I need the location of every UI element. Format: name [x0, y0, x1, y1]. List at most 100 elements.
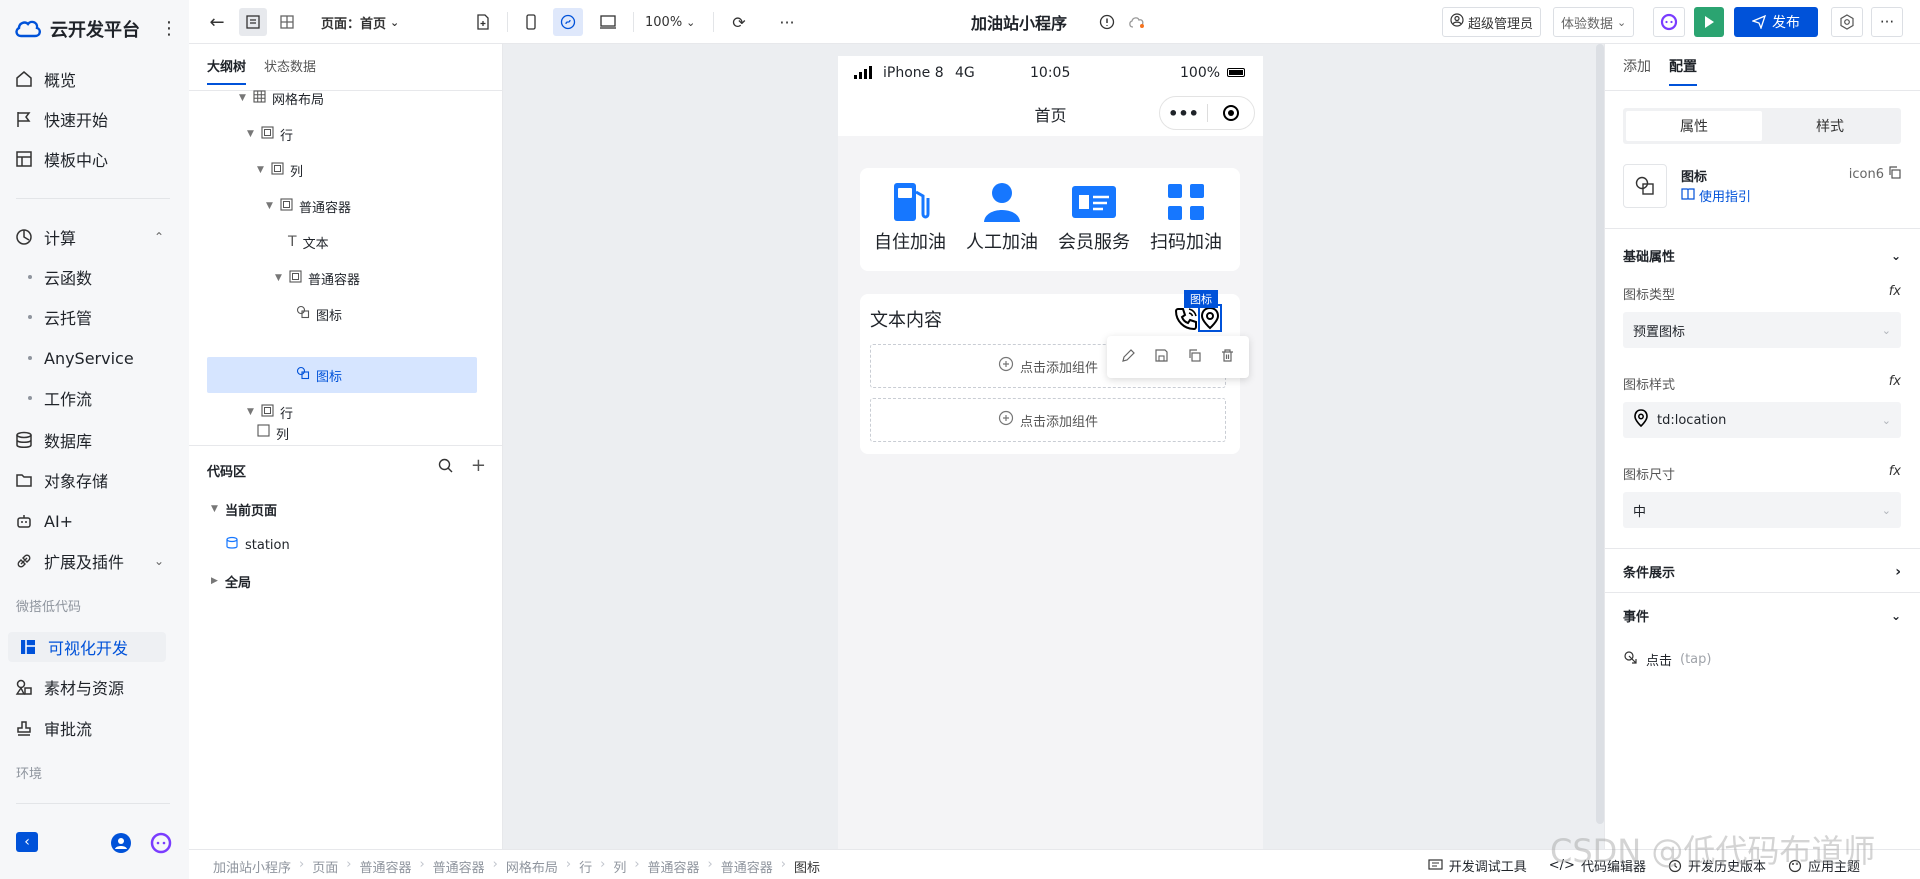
grid-item-scan-fuel[interactable]: 扫码加油 — [1142, 180, 1230, 254]
tree-node-grid-layout[interactable]: ▼ 网格布局 — [239, 84, 324, 112]
tab-add[interactable]: 添加 — [1623, 56, 1651, 86]
desktop-device-icon[interactable] — [594, 8, 622, 36]
mobile-device-icon[interactable] — [517, 8, 545, 36]
breadcrumb-item[interactable]: 行 — [579, 857, 592, 876]
segment-style[interactable]: 样式 — [1762, 111, 1898, 141]
nav-extensions[interactable]: 扩展及插件 ⌄ — [14, 546, 164, 576]
search-icon[interactable] — [438, 458, 453, 477]
code-item-station[interactable]: station — [225, 531, 290, 559]
breadcrumb-item[interactable]: 网格布局 — [506, 857, 558, 876]
section-basic-props[interactable]: 基础属性 ⌄ — [1623, 246, 1901, 266]
delete-icon[interactable] — [1220, 348, 1235, 367]
breadcrumb-item[interactable]: 列 — [613, 857, 626, 876]
nav-sub-anyservice[interactable]: AnyService — [28, 343, 134, 373]
canvas-scrollbar[interactable] — [1596, 44, 1604, 824]
tree-node-column[interactable]: ▼ 列 — [257, 156, 303, 184]
new-page-icon[interactable] — [469, 8, 497, 36]
miniprogram-capsule[interactable]: ••• — [1159, 96, 1255, 130]
usage-guide-link[interactable]: 使用指引 — [1681, 186, 1751, 205]
nav-overview[interactable]: 概览 — [14, 64, 76, 94]
ai-assistant-icon[interactable] — [150, 832, 172, 854]
copy-icon[interactable] — [1888, 166, 1901, 183]
more-menu-icon[interactable]: ··· — [1871, 7, 1903, 37]
back-arrow-icon[interactable]: ← — [203, 8, 231, 36]
segment-properties[interactable]: 属性 — [1626, 111, 1762, 141]
code-editor-button[interactable]: </> 代码编辑器 — [1549, 856, 1646, 875]
breadcrumb-item[interactable]: 加油站小程序 — [213, 857, 291, 876]
breadcrumb-item[interactable]: 页面 — [312, 857, 338, 876]
ai-bot-button[interactable] — [1653, 7, 1685, 37]
icon-style-select[interactable]: td:location ⌄ — [1623, 402, 1901, 438]
history-button[interactable]: 开发历史版本 — [1668, 856, 1766, 875]
nav-quickstart[interactable]: 快速开始 — [14, 104, 108, 134]
collapse-sidebar-icon[interactable]: ‹ — [16, 832, 38, 852]
grid-item-manual-fuel[interactable]: 人工加油 — [958, 180, 1046, 254]
cloud-sync-icon[interactable] — [1126, 8, 1148, 36]
icon-size-select[interactable]: 中 ⌄ — [1623, 492, 1901, 528]
nav-sub-workflow[interactable]: 工作流 — [28, 383, 92, 413]
user-avatar-icon[interactable] — [111, 833, 131, 853]
fx-expression-icon[interactable]: fx — [1889, 374, 1901, 393]
nav-compute[interactable]: 计算 ⌃ — [14, 222, 164, 252]
nav-ai[interactable]: AI+ — [14, 506, 73, 536]
breadcrumb-item[interactable]: 普通容器 — [721, 857, 773, 876]
refresh-icon[interactable]: ⟳ — [725, 8, 753, 36]
add-icon[interactable]: + — [471, 457, 486, 477]
miniprogram-device-icon[interactable] — [553, 8, 583, 36]
nav-sub-functions[interactable]: 云函数 — [28, 262, 92, 292]
publish-button[interactable]: 发布 — [1734, 7, 1818, 37]
more-vertical-icon[interactable]: ⋮ — [160, 18, 178, 39]
save-icon[interactable] — [1154, 348, 1169, 367]
tree-node-column-clipped[interactable]: 列 — [257, 424, 289, 440]
nav-approval[interactable]: 审批流 — [14, 713, 92, 743]
preview-run-button[interactable] — [1694, 7, 1724, 37]
page-selector[interactable]: 页面：首页 ⌄ — [321, 8, 399, 36]
code-current-page[interactable]: ▼ 当前页面 — [211, 495, 277, 523]
section-condition[interactable]: 条件展示 › — [1623, 562, 1901, 582]
edit-icon[interactable] — [1121, 348, 1136, 367]
outline-view-icon[interactable] — [239, 8, 267, 36]
data-mode-select[interactable]: 体验数据 ⌄ — [1553, 7, 1635, 37]
fx-expression-icon[interactable]: fx — [1889, 464, 1901, 483]
tab-state-data[interactable]: 状态数据 — [264, 56, 316, 85]
tree-node-container[interactable]: ▼ 普通容器 — [266, 192, 351, 220]
copy-icon[interactable] — [1187, 348, 1202, 367]
more-horizontal-icon[interactable]: ··· — [773, 8, 801, 36]
add-component-slot[interactable]: 点击添加组件 — [870, 398, 1226, 442]
nav-sub-cloudrun[interactable]: 云托管 — [28, 302, 92, 332]
grid-view-icon[interactable] — [273, 8, 301, 36]
tree-node-text[interactable]: T 文本 — [288, 228, 329, 256]
app-theme-button[interactable]: 应用主题 — [1788, 856, 1860, 875]
nav-storage[interactable]: 对象存储 — [14, 465, 108, 495]
info-icon[interactable] — [1096, 8, 1118, 36]
brand[interactable]: 云开发平台 — [14, 14, 140, 44]
nav-templates[interactable]: 模板中心 — [14, 144, 108, 174]
tree-node-icon[interactable]: 图标 — [296, 300, 342, 328]
nav-visual-dev[interactable]: 可视化开发 — [8, 632, 166, 662]
section-events[interactable]: 事件 ⌄ — [1623, 606, 1901, 626]
text-content[interactable]: 文本内容 — [870, 306, 942, 332]
tab-outline-tree[interactable]: 大纲树 — [207, 56, 247, 85]
tree-node-row[interactable]: ▼ 行 — [247, 398, 293, 426]
tab-config[interactable]: 配置 — [1669, 56, 1697, 86]
breadcrumb-item[interactable]: 普通容器 — [359, 857, 411, 876]
zoom-selector[interactable]: 100% ⌄ — [645, 8, 695, 36]
breadcrumb-item[interactable]: 图标 — [794, 857, 820, 876]
admin-role-pill[interactable]: 超级管理员 — [1442, 7, 1542, 37]
fx-expression-icon[interactable]: fx — [1889, 284, 1901, 303]
tree-node-row[interactable]: ▼ 行 — [247, 120, 293, 148]
tree-node-icon-selected[interactable]: 图标 — [207, 357, 477, 393]
icon-type-select[interactable]: 预置图标 ⌄ — [1623, 312, 1901, 348]
breadcrumb-item[interactable]: 普通容器 — [648, 857, 700, 876]
code-global[interactable]: ▶ 全局 — [211, 567, 251, 595]
capsule-more-icon[interactable]: ••• — [1160, 104, 1207, 123]
nav-database[interactable]: 数据库 — [14, 425, 92, 455]
phone-call-icon[interactable] — [1173, 306, 1199, 336]
location-icon-selected[interactable] — [1198, 304, 1222, 332]
grid-item-self-fuel[interactable]: 自住加油 — [866, 180, 954, 254]
breadcrumb-item[interactable]: 普通容器 — [433, 857, 485, 876]
nav-assets[interactable]: 素材与资源 — [14, 672, 124, 702]
event-click[interactable]: 点击 (tap) — [1623, 650, 1711, 669]
tree-node-container[interactable]: ▼ 普通容器 — [275, 264, 360, 292]
capsule-close-icon[interactable] — [1208, 104, 1254, 122]
